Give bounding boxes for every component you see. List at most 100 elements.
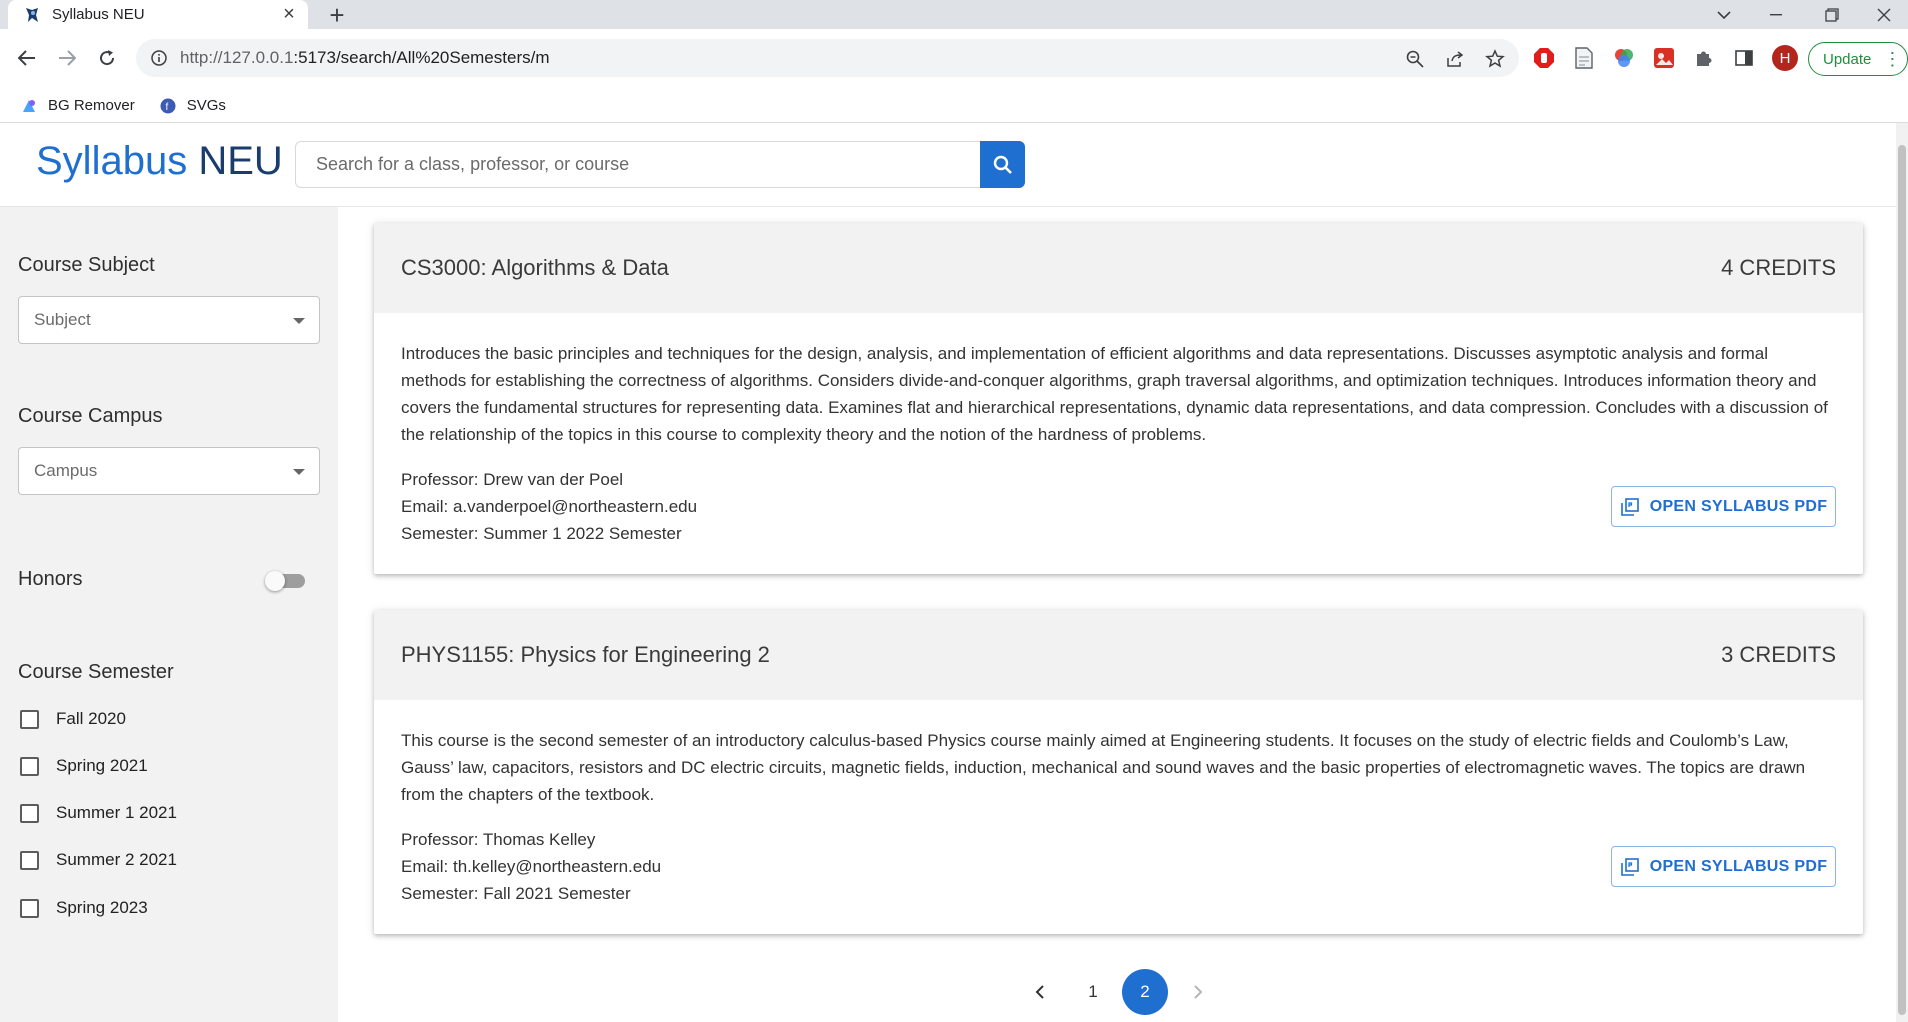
restore-icon[interactable] — [1808, 0, 1856, 29]
tab-search-chevron-icon[interactable] — [1700, 0, 1748, 29]
page-button-1[interactable]: 1 — [1070, 969, 1116, 1015]
campus-placeholder: Campus — [34, 461, 98, 480]
pdf-icon — [1620, 497, 1640, 517]
image-extension-icon[interactable] — [1652, 46, 1676, 70]
course-card: CS3000: Algorithms & Data 4 CREDITS Intr… — [374, 223, 1863, 574]
next-page-icon[interactable] — [1175, 969, 1221, 1015]
course-credits: 4 CREDITS — [1721, 255, 1836, 280]
honors-toggle[interactable] — [265, 571, 307, 591]
semester-checkbox-summer-1-2021[interactable]: Summer 1 2021 — [20, 803, 177, 823]
semester-checkbox-summer-2-2021[interactable]: Summer 2 2021 — [20, 850, 177, 870]
subject-placeholder: Subject — [34, 310, 91, 329]
open-syllabus-pdf-button[interactable]: OPEN SYLLABUS PDF — [1611, 486, 1836, 527]
url-text: http://127.0.0.1:5173/search/All%20Semes… — [180, 48, 550, 67]
course-semester: Fall 2021 Semester — [483, 884, 631, 903]
tab-title: Syllabus NEU — [52, 6, 145, 23]
professor-name: Drew van der Poel — [483, 470, 624, 489]
page-scrollbar[interactable] — [1896, 123, 1908, 1022]
checkbox[interactable] — [20, 803, 39, 823]
pdf-icon — [1620, 857, 1640, 877]
course-card: PHYS1155: Physics for Engineering 2 3 CR… — [374, 610, 1863, 934]
checkbox[interactable] — [20, 756, 39, 776]
minimize-icon[interactable] — [1752, 0, 1800, 29]
pagination: 1 2 — [338, 969, 1896, 1015]
new-tab-icon[interactable]: + — [324, 0, 350, 30]
site-info-icon[interactable] — [150, 49, 168, 67]
bookmark-svgs[interactable]: f SVGs — [159, 97, 226, 115]
course-title: CS3000: Algorithms & Data — [401, 255, 669, 280]
course-card-body: Introduces the basic principles and tech… — [374, 313, 1863, 574]
bookmark-label: SVGs — [186, 97, 226, 114]
previous-page-icon[interactable] — [1017, 969, 1063, 1015]
semester-checkbox-spring-2023[interactable]: Spring 2023 — [20, 898, 148, 918]
open-syllabus-pdf-button[interactable]: OPEN SYLLABUS PDF — [1611, 846, 1836, 887]
pdf-button-label: OPEN SYLLABUS PDF — [1649, 497, 1828, 515]
professor-email: a.vanderpoel@northeastern.edu — [452, 497, 698, 516]
checkbox-label: Spring 2023 — [56, 898, 148, 917]
svg-text:f: f — [165, 102, 168, 113]
page-button-2[interactable]: 2 — [1122, 969, 1168, 1015]
filter-sidebar: Course Subject Subject Course Campus Cam… — [0, 207, 338, 1022]
browser-tab[interactable]: Syllabus NEU × — [8, 0, 308, 29]
course-card-header: PHYS1155: Physics for Engineering 2 3 CR… — [374, 610, 1863, 700]
search-button[interactable] — [980, 141, 1025, 188]
update-label: Update — [1823, 50, 1872, 68]
toggle-thumb — [265, 571, 285, 591]
checkbox[interactable] — [20, 850, 39, 870]
brand-part-2: NEU — [198, 139, 283, 183]
semester-checkbox-fall-2020[interactable]: Fall 2020 — [20, 709, 126, 729]
share-icon[interactable] — [1444, 48, 1466, 70]
svgs-icon: f — [159, 97, 177, 115]
menu-dots-icon[interactable]: ⋮ — [1883, 49, 1901, 70]
professor-email: th.kelley@northeastern.edu — [452, 857, 662, 876]
update-button[interactable]: Update ⋮ — [1808, 42, 1908, 76]
close-tab-icon[interactable]: × — [278, 3, 300, 26]
scrollbar-thumb[interactable] — [1898, 145, 1906, 1015]
course-semester-heading: Course Semester — [18, 661, 174, 683]
checkbox[interactable] — [20, 898, 39, 918]
search-input[interactable] — [296, 142, 980, 187]
course-card-header: CS3000: Algorithms & Data 4 CREDITS — [374, 223, 1863, 313]
extensions-puzzle-icon[interactable] — [1692, 46, 1716, 70]
search-bar — [295, 141, 1025, 188]
professor-name: Thomas Kelley — [482, 830, 596, 849]
course-title: PHYS1155: Physics for Engineering 2 — [401, 642, 770, 667]
semester-checkbox-spring-2021[interactable]: Spring 2021 — [20, 756, 148, 776]
reload-icon[interactable] — [92, 43, 122, 73]
bg-remover-icon — [20, 97, 38, 115]
browser-tab-strip: Syllabus NEU × + — [0, 0, 1908, 30]
dropdown-caret-icon — [293, 469, 305, 475]
checkbox-label: Fall 2020 — [56, 709, 126, 728]
bookmark-star-icon[interactable] — [1484, 48, 1506, 70]
document-extension-icon[interactable] — [1572, 46, 1596, 70]
search-icon — [993, 155, 1012, 174]
course-campus-heading: Course Campus — [18, 405, 163, 427]
close-window-icon[interactable] — [1860, 0, 1908, 29]
color-picker-extension-icon[interactable] — [1612, 46, 1636, 70]
campus-select[interactable]: Campus — [18, 447, 320, 495]
adblock-extension-icon[interactable] — [1532, 46, 1556, 70]
brand-part-1: Syllabus — [36, 139, 188, 183]
checkbox-label: Summer 1 2021 — [56, 803, 177, 822]
profile-avatar[interactable]: H — [1772, 45, 1798, 71]
site-favicon-icon — [22, 5, 42, 25]
bookmark-bg-remover[interactable]: BG Remover — [20, 97, 135, 115]
bookmark-label: BG Remover — [48, 97, 135, 114]
course-semester: Summer 1 2022 Semester — [483, 524, 682, 543]
forward-icon[interactable] — [52, 43, 82, 73]
checkbox-label: Spring 2021 — [56, 756, 148, 775]
course-description: This course is the second semester of an… — [401, 731, 1806, 804]
address-bar[interactable]: http://127.0.0.1:5173/search/All%20Semes… — [136, 39, 1519, 77]
subject-select[interactable]: Subject — [18, 296, 320, 344]
back-icon[interactable] — [12, 43, 42, 73]
honors-label: Honors — [18, 568, 83, 590]
web-page: Syllabus NEU Course Subject Subject Cour… — [0, 123, 1908, 1022]
zoom-icon[interactable] — [1404, 48, 1426, 70]
course-credits: 3 CREDITS — [1721, 642, 1836, 667]
app-header: Syllabus NEU — [0, 123, 1896, 207]
side-panel-icon[interactable] — [1732, 46, 1756, 70]
bookmarks-bar: BG Remover f SVGs — [0, 89, 1908, 123]
browser-toolbar: http://127.0.0.1:5173/search/All%20Semes… — [0, 29, 1908, 89]
checkbox[interactable] — [20, 709, 39, 729]
brand-logo[interactable]: Syllabus NEU — [36, 139, 283, 184]
